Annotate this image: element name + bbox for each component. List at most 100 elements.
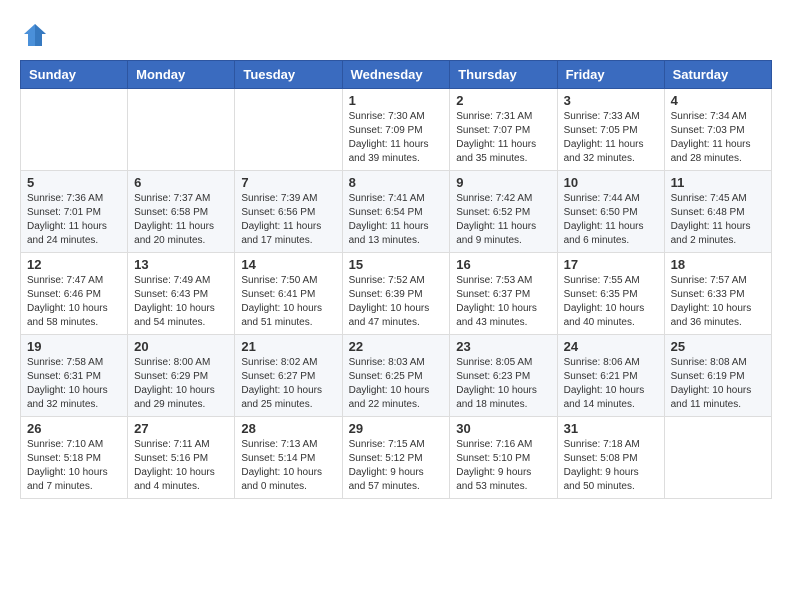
day-number: 4 bbox=[671, 93, 765, 108]
weekday-header-wednesday: Wednesday bbox=[342, 61, 450, 89]
calendar-cell: 8 Sunrise: 7:41 AM Sunset: 6:54 PM Daylig… bbox=[342, 171, 450, 253]
calendar-cell: 25 Sunrise: 8:08 AM Sunset: 6:19 PM Dayli… bbox=[664, 335, 771, 417]
day-info: Sunrise: 7:16 AM Sunset: 5:10 PM Dayligh… bbox=[456, 438, 550, 494]
calendar-cell bbox=[21, 89, 128, 171]
day-number: 26 bbox=[27, 421, 121, 436]
day-number: 18 bbox=[671, 257, 765, 272]
calendar-cell: 21Sunrise: 8:02 AM Sunset: 6:27 PM Dayli… bbox=[235, 335, 342, 417]
day-info: Sunrise: 7:45 AM Sunset: 6:48 PM Dayligh… bbox=[671, 192, 765, 248]
day-info: Sunrise: 7:37 AM Sunset: 6:58 PM Dayligh… bbox=[134, 192, 228, 248]
day-info: Sunrise: 7:11 AM Sunset: 5:16 PM Dayligh… bbox=[134, 438, 228, 494]
day-info: Sunrise: 7:18 AM Sunset: 5:08 PM Dayligh… bbox=[564, 438, 658, 494]
day-info: Sunrise: 7:39 AM Sunset: 6:56 PM Dayligh… bbox=[241, 192, 335, 248]
day-info: Sunrise: 8:03 AM Sunset: 6:25 PM Dayligh… bbox=[349, 356, 444, 412]
calendar-cell: 31 Sunrise: 7:18 AM Sunset: 5:08 PM Dayli… bbox=[557, 417, 664, 499]
weekday-header-monday: Monday bbox=[128, 61, 235, 89]
day-info: Sunrise: 7:42 AM Sunset: 6:52 PM Dayligh… bbox=[456, 192, 550, 248]
weekday-header-tuesday: Tuesday bbox=[235, 61, 342, 89]
calendar-cell: 7 Sunrise: 7:39 AM Sunset: 6:56 PM Daylig… bbox=[235, 171, 342, 253]
calendar-cell: 27 Sunrise: 7:11 AM Sunset: 5:16 PM Dayli… bbox=[128, 417, 235, 499]
day-info: Sunrise: 7:58 AM Sunset: 6:31 PM Dayligh… bbox=[27, 356, 121, 412]
calendar-cell: 3 Sunrise: 7:33 AM Sunset: 7:05 PM Daylig… bbox=[557, 89, 664, 171]
day-number: 15 bbox=[349, 257, 444, 272]
day-number: 13 bbox=[134, 257, 228, 272]
weekday-header-friday: Friday bbox=[557, 61, 664, 89]
day-info: Sunrise: 7:44 AM Sunset: 6:50 PM Dayligh… bbox=[564, 192, 658, 248]
calendar-cell: 22 Sunrise: 8:03 AM Sunset: 6:25 PM Dayli… bbox=[342, 335, 450, 417]
calendar-cell: 20 Sunrise: 8:00 AM Sunset: 6:29 PM Dayli… bbox=[128, 335, 235, 417]
day-info: Sunrise: 7:15 AM Sunset: 5:12 PM Dayligh… bbox=[349, 438, 444, 494]
day-info: Sunrise: 8:00 AM Sunset: 6:29 PM Dayligh… bbox=[134, 356, 228, 412]
calendar-cell: 11 Sunrise: 7:45 AM Sunset: 6:48 PM Dayli… bbox=[664, 171, 771, 253]
day-number: 14 bbox=[241, 257, 335, 272]
day-number: 2 bbox=[456, 93, 550, 108]
calendar-cell: 30 Sunrise: 7:16 AM Sunset: 5:10 PM Dayli… bbox=[450, 417, 557, 499]
calendar-cell: 23Sunrise: 8:05 AM Sunset: 6:23 PM Dayli… bbox=[450, 335, 557, 417]
calendar-cell bbox=[664, 417, 771, 499]
day-info: Sunrise: 7:36 AM Sunset: 7:01 PM Dayligh… bbox=[27, 192, 121, 248]
calendar-cell: 18 Sunrise: 7:57 AM Sunset: 6:33 PM Dayli… bbox=[664, 253, 771, 335]
day-info: Sunrise: 7:49 AM Sunset: 6:43 PM Dayligh… bbox=[134, 274, 228, 330]
logo bbox=[20, 20, 54, 50]
calendar-cell: 10 Sunrise: 7:44 AM Sunset: 6:50 PM Dayli… bbox=[557, 171, 664, 253]
weekday-header-sunday: Sunday bbox=[21, 61, 128, 89]
day-number: 6 bbox=[134, 175, 228, 190]
calendar-cell: 4 Sunrise: 7:34 AM Sunset: 7:03 PM Daylig… bbox=[664, 89, 771, 171]
calendar-cell: 28 Sunrise: 7:13 AM Sunset: 5:14 PM Dayli… bbox=[235, 417, 342, 499]
day-number: 11 bbox=[671, 175, 765, 190]
logo-icon bbox=[20, 20, 50, 50]
day-number: 8 bbox=[349, 175, 444, 190]
calendar-cell: 9 Sunrise: 7:42 AM Sunset: 6:52 PM Daylig… bbox=[450, 171, 557, 253]
calendar-cell: 14 Sunrise: 7:50 AM Sunset: 6:41 PM Dayli… bbox=[235, 253, 342, 335]
weekday-header-saturday: Saturday bbox=[664, 61, 771, 89]
calendar-cell: 13 Sunrise: 7:49 AM Sunset: 6:43 PM Dayli… bbox=[128, 253, 235, 335]
day-number: 24 bbox=[564, 339, 658, 354]
day-info: Sunrise: 7:10 AM Sunset: 5:18 PM Dayligh… bbox=[27, 438, 121, 494]
calendar-cell: 26 Sunrise: 7:10 AM Sunset: 5:18 PM Dayli… bbox=[21, 417, 128, 499]
day-number: 3 bbox=[564, 93, 658, 108]
calendar-cell: 16 Sunrise: 7:53 AM Sunset: 6:37 PM Dayli… bbox=[450, 253, 557, 335]
day-info: Sunrise: 8:06 AM Sunset: 6:21 PM Dayligh… bbox=[564, 356, 658, 412]
day-info: Sunrise: 7:50 AM Sunset: 6:41 PM Dayligh… bbox=[241, 274, 335, 330]
day-number: 12 bbox=[27, 257, 121, 272]
day-number: 5 bbox=[27, 175, 121, 190]
calendar-cell: 29 Sunrise: 7:15 AM Sunset: 5:12 PM Dayli… bbox=[342, 417, 450, 499]
day-info: Sunrise: 7:57 AM Sunset: 6:33 PM Dayligh… bbox=[671, 274, 765, 330]
day-info: Sunrise: 7:30 AM Sunset: 7:09 PM Dayligh… bbox=[349, 110, 444, 166]
calendar-cell: 12 Sunrise: 7:47 AM Sunset: 6:46 PM Dayli… bbox=[21, 253, 128, 335]
day-number: 23 bbox=[456, 339, 550, 354]
calendar-cell: 1 Sunrise: 7:30 AM Sunset: 7:09 PM Daylig… bbox=[342, 89, 450, 171]
day-number: 21 bbox=[241, 339, 335, 354]
calendar-cell: 2 Sunrise: 7:31 AM Sunset: 7:07 PM Daylig… bbox=[450, 89, 557, 171]
page-header bbox=[20, 20, 772, 50]
day-info: Sunrise: 7:55 AM Sunset: 6:35 PM Dayligh… bbox=[564, 274, 658, 330]
day-info: Sunrise: 7:52 AM Sunset: 6:39 PM Dayligh… bbox=[349, 274, 444, 330]
day-info: Sunrise: 7:33 AM Sunset: 7:05 PM Dayligh… bbox=[564, 110, 658, 166]
day-number: 31 bbox=[564, 421, 658, 436]
day-number: 1 bbox=[349, 93, 444, 108]
day-info: Sunrise: 7:53 AM Sunset: 6:37 PM Dayligh… bbox=[456, 274, 550, 330]
day-info: Sunrise: 8:08 AM Sunset: 6:19 PM Dayligh… bbox=[671, 356, 765, 412]
calendar-cell: 6 Sunrise: 7:37 AM Sunset: 6:58 PM Daylig… bbox=[128, 171, 235, 253]
day-info: Sunrise: 7:31 AM Sunset: 7:07 PM Dayligh… bbox=[456, 110, 550, 166]
day-info: Sunrise: 7:13 AM Sunset: 5:14 PM Dayligh… bbox=[241, 438, 335, 494]
weekday-header-thursday: Thursday bbox=[450, 61, 557, 89]
calendar-cell: 19Sunrise: 7:58 AM Sunset: 6:31 PM Dayli… bbox=[21, 335, 128, 417]
day-info: Sunrise: 7:41 AM Sunset: 6:54 PM Dayligh… bbox=[349, 192, 444, 248]
calendar-cell: 24 Sunrise: 8:06 AM Sunset: 6:21 PM Dayli… bbox=[557, 335, 664, 417]
day-number: 16 bbox=[456, 257, 550, 272]
day-info: Sunrise: 7:47 AM Sunset: 6:46 PM Dayligh… bbox=[27, 274, 121, 330]
day-number: 29 bbox=[349, 421, 444, 436]
day-number: 30 bbox=[456, 421, 550, 436]
day-number: 28 bbox=[241, 421, 335, 436]
calendar: SundayMondayTuesdayWednesdayThursdayFrid… bbox=[20, 60, 772, 499]
day-number: 9 bbox=[456, 175, 550, 190]
day-number: 27 bbox=[134, 421, 228, 436]
day-number: 22 bbox=[349, 339, 444, 354]
day-number: 7 bbox=[241, 175, 335, 190]
day-info: Sunrise: 7:34 AM Sunset: 7:03 PM Dayligh… bbox=[671, 110, 765, 166]
day-number: 25 bbox=[671, 339, 765, 354]
day-number: 10 bbox=[564, 175, 658, 190]
day-number: 20 bbox=[134, 339, 228, 354]
day-number: 17 bbox=[564, 257, 658, 272]
